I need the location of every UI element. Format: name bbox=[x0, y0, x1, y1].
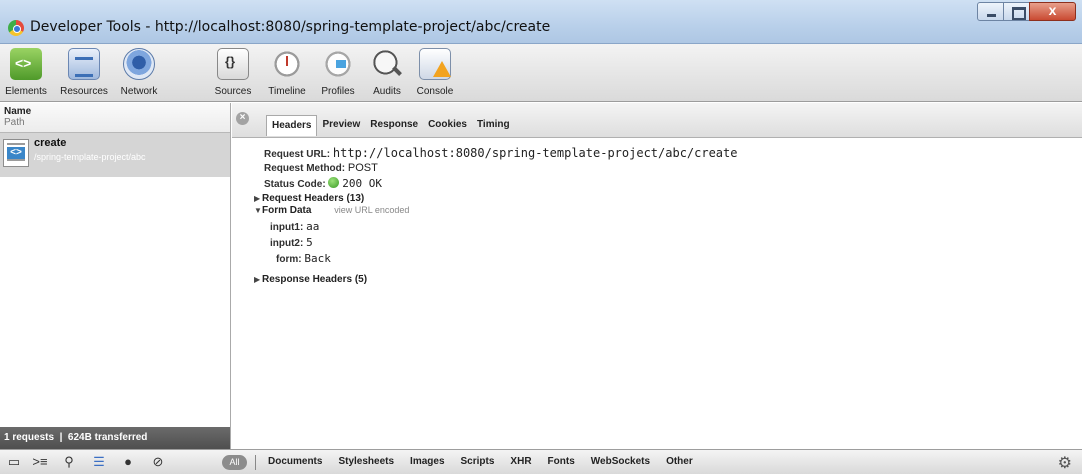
status-code-label: Status Code: bbox=[264, 179, 326, 190]
tab-headers[interactable]: Headers bbox=[266, 115, 318, 136]
resource-type-filters: Documents Stylesheets Images Scripts XHR… bbox=[268, 456, 709, 467]
filter-images[interactable]: Images bbox=[410, 456, 444, 467]
tab-timing[interactable]: Timing bbox=[472, 115, 515, 136]
request-headers-title: Request Headers (13) bbox=[262, 193, 365, 204]
detail-tabbar: × Headers Preview Response Cookies Timin… bbox=[232, 103, 1082, 138]
network-icon bbox=[123, 48, 155, 80]
close-detail-icon[interactable]: × bbox=[236, 112, 249, 125]
close-icon: x bbox=[1048, 2, 1057, 18]
statusbar-divider bbox=[255, 455, 256, 470]
column-path-header: Path bbox=[4, 117, 25, 128]
form-data-title: Form Data bbox=[262, 205, 312, 216]
resources-icon bbox=[68, 48, 100, 80]
status-ok-icon bbox=[328, 177, 340, 188]
tool-console[interactable]: Console bbox=[412, 48, 458, 97]
maximize-button[interactable] bbox=[1003, 2, 1030, 21]
timeline-icon bbox=[271, 48, 303, 80]
filter-websockets[interactable]: WebSockets bbox=[591, 456, 650, 467]
request-url-line: Request URL: http://localhost:8080/sprin… bbox=[264, 146, 737, 160]
tool-profiles[interactable]: Profiles bbox=[316, 48, 360, 97]
request-list-header[interactable]: Name Path bbox=[0, 103, 230, 133]
window-controls: x bbox=[977, 2, 1076, 21]
tool-audits-label: Audits bbox=[373, 86, 401, 97]
expand-right-icon: ▶ bbox=[254, 194, 261, 203]
tool-sources-label: Sources bbox=[214, 86, 252, 97]
dock-icon[interactable]: ▭ bbox=[6, 455, 22, 469]
tool-elements[interactable]: Elements bbox=[2, 48, 50, 97]
filter-all[interactable]: All bbox=[222, 455, 247, 470]
status-code-line: Status Code: 200 OK bbox=[264, 177, 382, 190]
close-button[interactable]: x bbox=[1029, 2, 1076, 21]
status-code-value: 200 OK bbox=[342, 177, 382, 190]
tab-preview[interactable]: Preview bbox=[317, 115, 365, 136]
search-icon[interactable]: ⚲ bbox=[61, 455, 77, 469]
filter-other[interactable]: Other bbox=[666, 456, 693, 467]
request-method-value: POST bbox=[347, 162, 378, 174]
request-detail-panel: × Headers Preview Response Cookies Timin… bbox=[232, 103, 1082, 449]
request-method-line: Request Method: POST bbox=[264, 162, 378, 174]
tool-elements-label: Elements bbox=[5, 86, 47, 97]
list-icon[interactable]: ☰ bbox=[91, 455, 107, 469]
request-url-value: http://localhost:8080/spring-template-pr… bbox=[332, 146, 738, 160]
request-method-label: Request Method: bbox=[264, 163, 346, 174]
form-field-row: input2: 5 bbox=[270, 236, 313, 249]
request-path: /spring-template-project/abc bbox=[34, 152, 146, 162]
minimize-button[interactable] bbox=[977, 2, 1004, 21]
tool-network[interactable]: Network bbox=[114, 48, 164, 97]
detail-tabs: Headers Preview Response Cookies Timing bbox=[266, 115, 515, 136]
gear-icon[interactable]: ⚙ bbox=[1058, 453, 1072, 473]
tool-timeline[interactable]: Timeline bbox=[264, 48, 310, 97]
request-list-panel: Name Path create /spring-template-projec… bbox=[0, 103, 231, 449]
tool-resources-label: Resources bbox=[60, 86, 108, 97]
profiles-icon bbox=[322, 48, 354, 80]
form-field-row: input1: aa bbox=[270, 220, 319, 233]
tool-timeline-label: Timeline bbox=[268, 86, 306, 97]
request-headers-section[interactable]: ▶ Request Headers (13) bbox=[254, 193, 364, 204]
form-field-value: Back bbox=[304, 252, 331, 265]
audits-icon bbox=[371, 48, 403, 80]
console-icon bbox=[419, 48, 451, 80]
clear-icon[interactable]: ⊘ bbox=[150, 455, 166, 469]
window-titlebar: Developer Tools - http://localhost:8080/… bbox=[0, 0, 1082, 44]
tool-console-label: Console bbox=[416, 86, 454, 97]
tool-profiles-label: Profiles bbox=[321, 86, 355, 97]
sources-icon bbox=[217, 48, 249, 80]
request-url-label: Request URL: bbox=[264, 149, 331, 160]
tool-resources[interactable]: Resources bbox=[56, 48, 112, 97]
form-field-key: input1: bbox=[270, 222, 304, 233]
form-field-value: aa bbox=[306, 220, 320, 233]
column-name-header[interactable]: Name bbox=[4, 106, 230, 117]
response-headers-title: Response Headers (5) bbox=[262, 274, 368, 285]
filter-stylesheets[interactable]: Stylesheets bbox=[338, 456, 394, 467]
form-field-key: input2: bbox=[270, 238, 304, 249]
filter-scripts[interactable]: Scripts bbox=[461, 456, 495, 467]
expand-down-icon: ▼ bbox=[254, 206, 262, 215]
form-field-key: form: bbox=[276, 254, 302, 265]
form-field-value: 5 bbox=[306, 236, 313, 249]
tab-cookies[interactable]: Cookies bbox=[423, 115, 472, 136]
tool-network-label: Network bbox=[120, 86, 158, 97]
form-field-row: form: Back bbox=[276, 252, 331, 265]
expand-right-icon: ▶ bbox=[254, 275, 261, 284]
console-prompt-icon[interactable]: >≡ bbox=[32, 455, 48, 469]
form-data-section[interactable]: ▼Form Data view URL encoded bbox=[254, 205, 409, 216]
chrome-icon bbox=[8, 20, 24, 36]
filter-xhr[interactable]: XHR bbox=[510, 456, 531, 467]
view-url-encoded-link[interactable]: view URL encoded bbox=[334, 205, 409, 215]
devtools-toolbar: Elements Resources Network Sources Timel… bbox=[0, 44, 1082, 102]
elements-icon bbox=[10, 48, 42, 80]
tool-sources[interactable]: Sources bbox=[208, 48, 258, 97]
request-summary: 1 requests | 624B transferred bbox=[0, 427, 230, 449]
filter-documents[interactable]: Documents bbox=[268, 456, 322, 467]
filter-fonts[interactable]: Fonts bbox=[548, 456, 575, 467]
record-icon[interactable]: ● bbox=[120, 455, 136, 469]
tab-response[interactable]: Response bbox=[365, 115, 423, 136]
devtools-statusbar: ▭ >≡ ⚲ ☰ ● ⊘ All Documents Stylesheets I… bbox=[0, 449, 1082, 474]
tool-audits[interactable]: Audits bbox=[366, 48, 408, 97]
html-document-icon bbox=[3, 139, 29, 167]
request-name: create bbox=[34, 137, 67, 149]
request-row[interactable]: create /spring-template-project/abc bbox=[0, 133, 230, 177]
window-title: Developer Tools - http://localhost:8080/… bbox=[30, 19, 551, 35]
response-headers-section[interactable]: ▶ Response Headers (5) bbox=[254, 274, 367, 285]
